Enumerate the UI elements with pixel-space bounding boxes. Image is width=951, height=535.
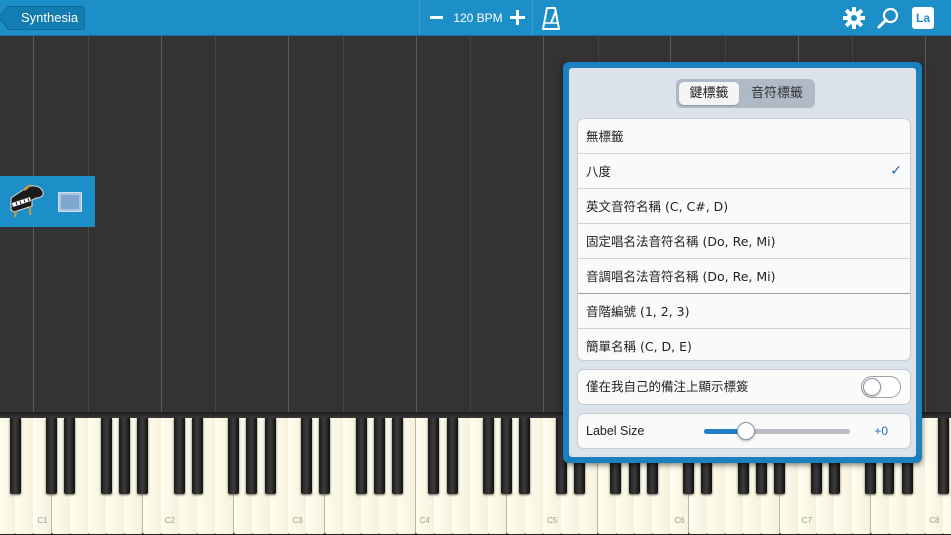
option-movable-do[interactable]: 音調唱名法音符名稱 (Do, Re, Mi) [578,259,910,294]
label-size-slider[interactable] [704,422,850,440]
grid-line [925,36,926,412]
black-key[interactable] [173,418,185,494]
grid-line [416,36,417,412]
plus-icon[interactable] [510,10,525,25]
gear-icon[interactable] [843,7,865,29]
toggle-knob [863,378,881,396]
screen-icon[interactable] [58,192,82,212]
black-key[interactable] [191,418,203,494]
grid-line [343,36,344,412]
grand-piano-icon[interactable] [8,184,46,218]
option-no-labels[interactable]: 無標籤 [578,119,910,154]
tab-key-labels[interactable]: 鍵標籤 [679,82,739,105]
grid-line [543,36,544,412]
label-settings-popover: 鍵標籤 音符標籤 無標籤 八度 ✓ 英文音符名稱 (C, C#, D) 固定唱名… [563,62,922,463]
labels-button[interactable]: La [912,7,934,29]
grid-line [161,36,162,412]
black-key[interactable] [228,418,240,494]
instrument-panel [0,176,95,227]
black-key[interactable] [446,418,458,494]
black-key[interactable] [373,418,385,494]
option-label: 英文音符名稱 (C, C#, D) [586,199,729,214]
tempo-label: 120 BPM [453,11,503,25]
octave-label: C7 [801,516,813,525]
tempo-control: 120 BPM [419,0,533,35]
back-button-label: Synthesia [21,10,79,25]
black-key[interactable] [319,418,331,494]
octave-label: C6 [674,516,685,525]
tab-note-labels[interactable]: 音符標籤 [742,82,812,105]
minus-icon[interactable] [430,16,443,19]
grid-line [470,36,471,412]
option-label: 簡單名稱 (C, D, E) [586,339,692,354]
option-label: 八度 [586,164,612,179]
octave-label: C4 [419,516,430,525]
black-key[interactable] [501,418,513,494]
black-key[interactable] [137,418,149,494]
metronome-icon[interactable] [541,6,561,30]
black-key[interactable] [9,418,21,494]
black-key[interactable] [46,418,58,494]
option-scale-degrees[interactable]: 音階編號 (1, 2, 3) [578,294,910,329]
option-octave[interactable]: 八度 ✓ [578,154,910,189]
black-key[interactable] [482,418,494,494]
label-size-value: +0 [874,424,888,438]
black-key[interactable] [246,418,258,494]
label-size-row: Label Size +0 [577,413,911,449]
octave-label: C2 [164,516,176,525]
label-size-label: Label Size [586,424,645,438]
octave-label: C8 [929,516,940,525]
octave-label: C3 [292,516,303,525]
octave-label: C1 [37,516,48,525]
option-simple-names[interactable]: 簡單名稱 (C, D, E) [578,329,910,360]
black-key[interactable] [355,418,367,494]
own-notes-only-label: 僅在我自己的備注上顯示標簽 [586,379,749,394]
option-label: 音調唱名法音符名稱 (Do, Re, Mi) [586,269,776,284]
black-key[interactable] [100,418,112,494]
label-option-list: 無標籤 八度 ✓ 英文音符名稱 (C, C#, D) 固定唱名法音符名稱 (Do… [577,118,911,361]
option-label: 音階編號 (1, 2, 3) [586,304,690,319]
option-label: 無標籤 [586,129,624,144]
black-key[interactable] [300,418,312,494]
black-key[interactable] [64,418,76,494]
octave-label: C5 [547,516,558,525]
label-type-segmented-control: 鍵標籤 音符標籤 [676,79,815,108]
black-key[interactable] [391,418,403,494]
own-notes-only-toggle[interactable] [861,376,901,398]
black-key[interactable] [519,418,531,494]
black-key[interactable] [937,418,949,494]
black-key[interactable] [264,418,276,494]
black-key[interactable] [428,418,440,494]
back-button[interactable]: Synthesia [6,6,86,30]
option-fixed-do[interactable]: 固定唱名法音符名稱 (Do, Re, Mi) [578,224,910,259]
black-key[interactable] [118,418,130,494]
checkmark-icon: ✓ [890,163,902,179]
grid-line [288,36,289,412]
grid-line [215,36,216,412]
option-english-names[interactable]: 英文音符名稱 (C, C#, D) [578,189,910,224]
slider-thumb[interactable] [737,422,756,440]
option-label: 固定唱名法音符名稱 (Do, Re, Mi) [586,234,776,249]
magnifier-icon[interactable] [877,7,899,29]
own-notes-only-row: 僅在我自己的備注上顯示標簽 [577,369,911,405]
top-bar: Synthesia 120 BPM La [0,0,951,36]
popover-content: 鍵標籤 音符標籤 無標籤 八度 ✓ 英文音符名稱 (C, C#, D) 固定唱名… [569,68,916,457]
